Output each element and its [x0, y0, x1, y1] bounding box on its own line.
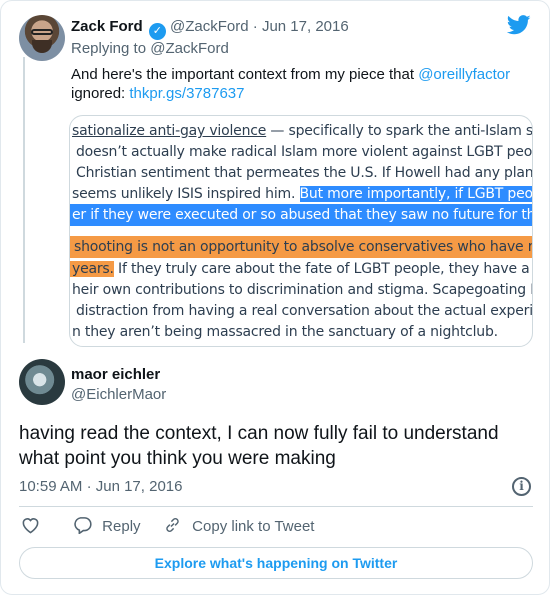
author-name[interactable]: maor eichler: [71, 365, 160, 385]
reply-button[interactable]: Reply: [73, 516, 141, 538]
twitter-bird-icon[interactable]: [507, 15, 531, 35]
article-line: shooting is not an opportunity to absolv…: [70, 236, 532, 258]
replying-to-line: Replying to @ZackFord: [71, 39, 229, 59]
article-screenshot-image[interactable]: sationalize anti-gay violence — specific…: [69, 115, 533, 347]
divider: [19, 506, 533, 507]
copy-link-label: Copy link to Tweet: [192, 518, 315, 535]
heart-icon: [22, 518, 39, 534]
mention-link[interactable]: @oreillyfactor: [418, 66, 510, 83]
parent-tweet-header: Zack Ford ✓ @ZackFord · Jun 17, 2016: [71, 17, 349, 40]
article-text: — specifically to spark the anti-Islam s…: [270, 123, 533, 139]
replying-prefix: Replying to: [71, 40, 147, 57]
article-line: years. If they truly care about the fate…: [70, 258, 532, 280]
author-handle[interactable]: @EichlerMaor: [71, 385, 166, 405]
article-text: seems unlikely ISIS inspired him.: [72, 186, 300, 202]
article-highlight-orange: shooting is not an opportunity to absolv…: [70, 236, 532, 258]
avatar-beard: [32, 40, 52, 53]
avatar[interactable]: [19, 15, 65, 61]
like-button[interactable]: [21, 516, 40, 538]
header-separator: ·: [252, 18, 258, 35]
reply-label: Reply: [102, 518, 141, 535]
parent-tweet-text: And here's the important context from my…: [71, 65, 531, 103]
thread-line: [23, 57, 25, 343]
tweet-embed-card: Zack Ford ✓ @ZackFord · Jun 17, 2016 Rep…: [0, 0, 550, 595]
article-highlight-blue: er if they were executed or so abused th…: [70, 204, 532, 226]
tweet-date[interactable]: Jun 17, 2016: [262, 18, 349, 35]
reply-icon: [74, 517, 92, 534]
article-line: n they aren’t being massacred in the san…: [72, 324, 498, 340]
tweet-time[interactable]: 10:59 AM: [19, 478, 82, 495]
copy-link-button[interactable]: Copy link to Tweet: [163, 516, 314, 538]
author-name[interactable]: Zack Ford: [71, 18, 143, 35]
article-highlight-blue: But more importantly, if LGBT people end: [299, 186, 532, 202]
tweet-timestamp[interactable]: 10:59 AM · Jun 17, 2016: [19, 477, 182, 497]
avatar-glasses: [31, 29, 53, 35]
explore-twitter-button[interactable]: Explore what's happening on Twitter: [19, 547, 533, 579]
article-line: Christian sentiment that permeates the U…: [76, 165, 533, 181]
article-line: doesn’t actually make radical Islam more…: [76, 144, 533, 160]
verified-badge-icon: ✓: [148, 23, 166, 40]
article-line: er if they were executed or so abused th…: [70, 204, 532, 226]
article-link[interactable]: thkpr.gs/3787637: [129, 85, 244, 102]
link-icon: [166, 518, 179, 532]
replying-to-handle[interactable]: @ZackFord: [150, 40, 229, 57]
article-underlined-text: sationalize anti-gay violence: [72, 123, 267, 139]
timestamp-separator: ·: [86, 478, 92, 495]
article-text: If they truly care about the fate of LGB…: [118, 261, 532, 277]
article-line: distraction from having a real conversat…: [76, 303, 533, 319]
article-line: heir own contributions to discrimination…: [72, 282, 533, 298]
tweet-text-part: And here's the important context from my…: [71, 66, 419, 83]
article-line: seems unlikely ISIS inspired him. But mo…: [72, 183, 532, 205]
author-handle[interactable]: @ZackFord: [170, 18, 249, 35]
info-icon[interactable]: i: [512, 477, 531, 496]
tweet-text-part: ignored:: [71, 85, 130, 102]
tweet-date[interactable]: Jun 17, 2016: [96, 478, 183, 495]
article-line: sationalize anti-gay violence — specific…: [72, 120, 533, 142]
article-highlight-orange: years.: [70, 261, 114, 277]
tweet-text: having read the context, I can now fully…: [19, 423, 499, 469]
avatar[interactable]: [19, 359, 65, 405]
